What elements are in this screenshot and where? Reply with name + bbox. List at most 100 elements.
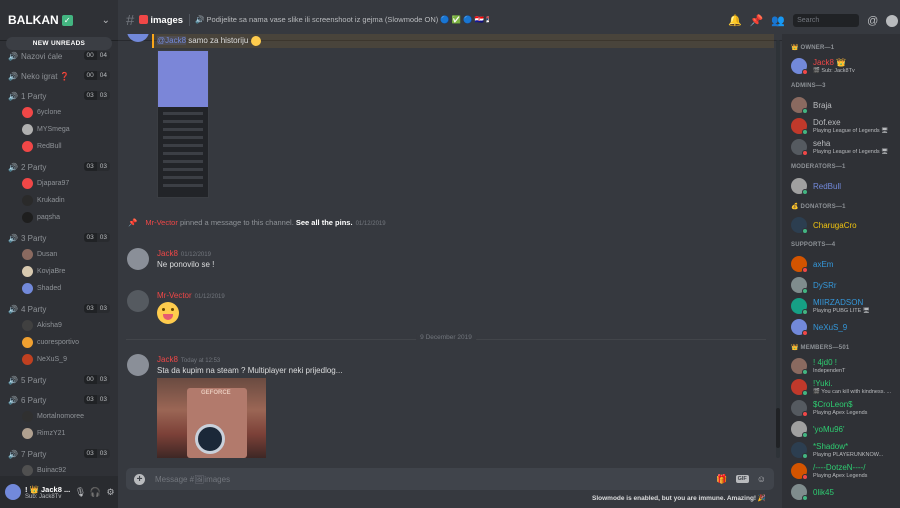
voice-user[interactable]: 6yclone xyxy=(0,104,118,121)
emoji-picker-icon[interactable]: ☺ xyxy=(757,474,766,484)
tongue-emoji-icon xyxy=(250,36,261,46)
voice-user[interactable]: KovjaBre xyxy=(0,263,118,280)
member-item[interactable]: CharugaCro xyxy=(791,215,899,235)
message-input[interactable]: Message #🖼images xyxy=(155,475,708,484)
avatar xyxy=(22,141,33,152)
member-name: MIIRZADSON xyxy=(813,298,864,307)
voice-user-name: RimzY21 xyxy=(37,430,66,437)
member-item[interactable]: axEm xyxy=(791,254,899,274)
member-list-icon[interactable]: 👥 xyxy=(771,14,785,27)
status-dot xyxy=(802,309,808,315)
speaker-icon: 🔊 xyxy=(8,71,18,81)
member-activity: Playing Apex Legends xyxy=(813,410,868,416)
avatar[interactable] xyxy=(127,248,149,270)
voice-user[interactable]: Dusan xyxy=(0,246,118,263)
voice-user[interactable]: Shaded xyxy=(0,280,118,297)
speaker-icon: 🔊 xyxy=(8,91,18,101)
voice-user[interactable]: Mortalnomoree xyxy=(0,408,118,425)
member-item[interactable]: *Shadow* Playing PLAYERUNKNOW... xyxy=(791,440,899,460)
member-item[interactable]: $CroLeon$ Playing Apex Legends xyxy=(791,398,899,418)
voice-user[interactable]: Akisha9 xyxy=(0,317,118,334)
message-header: Mr-Vector 01/12/2019 xyxy=(157,291,225,300)
mic-icon[interactable]: 🎙 xyxy=(73,487,88,498)
member-activity: 🎬 Sub: Jack8Tv xyxy=(813,68,855,74)
user-mention[interactable]: @Jack8 xyxy=(157,36,187,46)
mention-icon[interactable]: @ xyxy=(867,15,878,27)
member-item[interactable]: !Yuki. 🎬 You can kill with kindness. ... xyxy=(791,377,899,397)
message-author[interactable]: Mr-Vector xyxy=(157,291,192,300)
timestamp: 01/12/2019 xyxy=(194,294,225,300)
user-status: Sub: Jack8Tv xyxy=(25,493,62,500)
attachment-image[interactable] xyxy=(157,50,209,198)
status-dot xyxy=(802,453,808,459)
avatar[interactable] xyxy=(127,34,149,42)
member-item[interactable]: MIIRZADSON Playing PUBG LITE 🖥 xyxy=(791,296,899,316)
speaker-icon: 🔊 xyxy=(8,449,18,459)
member-item[interactable]: 0lik45 xyxy=(791,482,899,502)
voice-user[interactable]: cuoresportivo xyxy=(0,334,118,351)
voice-channel[interactable]: 🔊 3 Party 03 03 xyxy=(0,230,118,246)
member-name: Braja xyxy=(813,101,832,110)
message-header: Jack8 Today at 12:53 xyxy=(157,355,220,364)
voice-channel[interactable]: 🔊 Nazovi ćale 00 04 xyxy=(0,48,118,64)
voice-channel[interactable]: 🔊 7 Party 03 03 xyxy=(0,446,118,462)
help-icon[interactable]: ? xyxy=(886,14,899,27)
avatar[interactable] xyxy=(5,484,21,500)
voice-channel[interactable]: 🔊 1 Party 03 03 xyxy=(0,88,118,104)
voice-channel[interactable]: 🔊 Neko igrat ❓ 00 04 xyxy=(0,68,118,84)
see-pins-link[interactable]: See all the pins. xyxy=(296,218,353,227)
avatar xyxy=(22,195,33,206)
member-item[interactable]: seha Playing League of Legends 🖥 xyxy=(791,137,899,157)
chat-scrollbar[interactable] xyxy=(776,40,780,458)
gift-icon[interactable]: 🎁 xyxy=(716,474,727,485)
avatar xyxy=(22,124,33,135)
member-item[interactable]: 'yoMu96' xyxy=(791,419,899,439)
voice-user[interactable]: Djapara97 xyxy=(0,175,118,192)
member-item[interactable]: Braja xyxy=(791,95,899,115)
member-item[interactable]: NeXuS_9 xyxy=(791,317,899,337)
avatar[interactable] xyxy=(127,290,149,312)
attachment-image[interactable]: GEFORCE xyxy=(157,378,266,458)
message-author[interactable]: Jack8 xyxy=(157,355,178,364)
member-item[interactable]: DySRr xyxy=(791,275,899,295)
channel-list: 🔊 Nazovi ćale 00 04 🔊 Neko igrat ❓ 00 04 🔊 1 Part… xyxy=(0,48,118,508)
user-limit: 03 03 xyxy=(83,395,110,404)
voice-channel[interactable]: 🔊 6 Party 03 03 xyxy=(0,392,118,408)
status-dot xyxy=(802,390,808,396)
voice-user[interactable]: RedBull xyxy=(0,138,118,155)
gear-icon[interactable]: ⚙ xyxy=(103,487,118,498)
headset-icon[interactable]: 🎧 xyxy=(88,487,103,498)
channel-topic[interactable]: 🔊 Podijelite sa nama vase slike ili scre… xyxy=(189,14,489,26)
voice-user[interactable]: Krukadin xyxy=(0,192,118,209)
voice-user[interactable]: MYSmega xyxy=(0,121,118,138)
voice-channel[interactable]: 🔊 5 Party 00 03 xyxy=(0,372,118,388)
bell-icon[interactable]: 🔔 xyxy=(728,14,742,27)
member-item[interactable]: /----DotzeN----/Playing Apex Legends xyxy=(791,461,899,481)
new-unreads-bar[interactable]: NEW UNREADS xyxy=(6,37,112,50)
avatar[interactable] xyxy=(127,354,149,376)
chevron-down-icon[interactable]: ⌄ xyxy=(102,15,110,26)
voice-user[interactable]: RimzY21 xyxy=(0,425,118,442)
scrollbar-thumb[interactable] xyxy=(776,408,780,448)
member-item[interactable]: RedBull xyxy=(791,176,899,196)
gif-button[interactable]: GIF xyxy=(735,475,749,483)
search-input[interactable]: Search xyxy=(793,14,860,27)
pin-icon[interactable]: 📌 xyxy=(750,14,764,27)
voice-user-name: Djapara97 xyxy=(37,180,70,187)
voice-user-name: KovjaBre xyxy=(37,268,66,275)
server-header[interactable]: BALKAN ✓ ⌄ xyxy=(0,0,118,40)
voice-user[interactable]: paqsha xyxy=(0,209,118,226)
voice-user[interactable]: NeXuS_9 xyxy=(0,351,118,368)
voice-channel[interactable]: 🔊 2 Party 03 03 xyxy=(0,159,118,175)
member-item[interactable]: Jack8 👑 🎬 Sub: Jack8Tv xyxy=(791,56,899,76)
message-author[interactable]: Mr-Vector xyxy=(145,218,178,227)
voice-channel-name: 4 Party xyxy=(21,304,47,314)
member-item[interactable]: ! 4jd0 ! IndependenT xyxy=(791,356,899,376)
message-content: @Jack8 samo za historiju xyxy=(157,36,261,46)
member-item[interactable]: Dof.exe Playing League of Legends 🖥 xyxy=(791,116,899,136)
member-name: seha xyxy=(813,139,831,148)
voice-channel[interactable]: 🔊 4 Party 03 03 xyxy=(0,301,118,317)
status-dot xyxy=(802,330,808,336)
upload-plus-icon[interactable]: + xyxy=(134,473,145,485)
message-author[interactable]: Jack8 xyxy=(157,249,178,258)
